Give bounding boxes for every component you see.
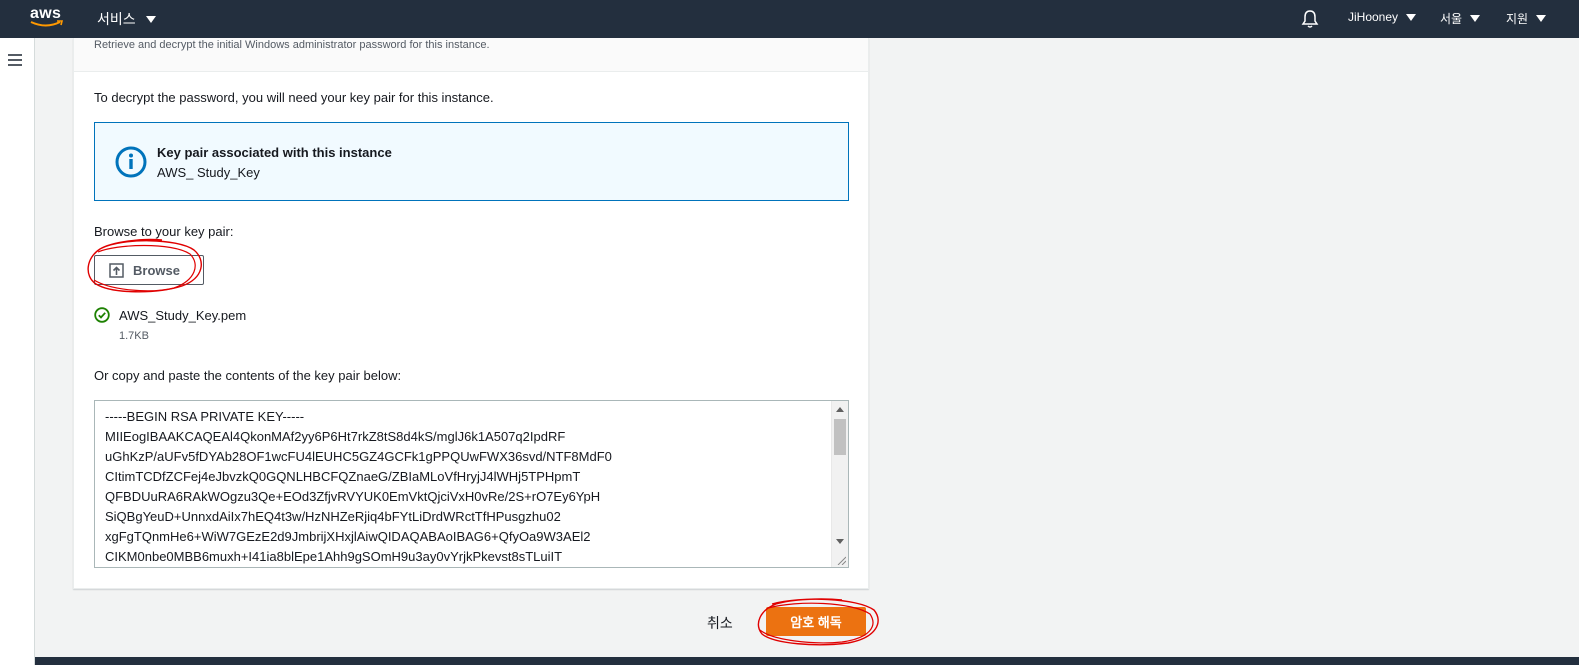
key-pair-name: AWS_ Study_Key <box>157 165 260 180</box>
panel-description: Retrieve and decrypt the initial Windows… <box>94 39 490 51</box>
region-label: 서울 <box>1440 12 1463 26</box>
key-content: -----BEGIN RSA PRIVATE KEY----- MIIEogIBA… <box>105 407 612 567</box>
key-line: -----BEGIN RSA PRIVATE KEY----- <box>105 409 305 424</box>
scroll-down-icon[interactable] <box>836 539 844 544</box>
success-check-icon <box>94 307 110 323</box>
aws-logo[interactable]: aws <box>28 3 68 33</box>
resize-grip-icon[interactable] <box>836 555 846 565</box>
decrypt-password-button[interactable]: 암호 해독 <box>766 607 866 636</box>
file-size: 1.7KB <box>119 330 149 342</box>
hamburger-menu-icon[interactable] <box>8 54 22 66</box>
decrypt-password-panel: Retrieve and decrypt the initial Windows… <box>73 38 869 589</box>
smile-arrow-icon <box>30 20 64 27</box>
scroll-thumb[interactable] <box>834 419 846 455</box>
key-line: QFBDUuRA6RAkWOgzu3Qe+EOd3ZfjvRVYUK0EmVkt… <box>105 489 601 504</box>
browse-label: Browse <box>133 262 180 278</box>
scroll-up-icon[interactable] <box>836 407 844 412</box>
textarea-scrollbar[interactable] <box>831 401 848 567</box>
divider <box>74 71 868 72</box>
key-pair-textarea[interactable]: -----BEGIN RSA PRIVATE KEY----- MIIEogIBA… <box>94 400 849 568</box>
decrypt-hint: To decrypt the password, you will need y… <box>94 90 494 105</box>
services-label: 서비스 <box>97 11 136 27</box>
support-label: 지원 <box>1506 12 1529 26</box>
cancel-button[interactable]: 취소 <box>707 613 733 633</box>
chevron-down-icon <box>1470 15 1481 22</box>
key-line: SiQBgYeuD+UnnxdAiIx7hEQ4t3w/HzNHZeRjiq4b… <box>105 509 561 524</box>
key-line: MIIEogIBAAKCAQEAl4QkonMAf2yy6P6Ht7rkZ8tS… <box>105 429 566 444</box>
info-title: Key pair associated with this instance <box>157 145 392 160</box>
selected-file: AWS_Study_Key.pem <box>94 307 246 323</box>
side-nav-collapsed <box>0 38 35 665</box>
file-name: AWS_Study_Key.pem <box>119 307 247 323</box>
key-line: uGhKzP/aUFv5fDYAb28OF1wcFU4lEUHC5GZ4GCFk… <box>105 449 612 464</box>
key-line: CIKM0nbe0MBB6muxh+I41ia8blEpe1Ahh9gSOmH9… <box>105 549 563 564</box>
browse-prompt: Browse to your key pair: <box>94 224 234 239</box>
chevron-down-icon <box>1406 13 1417 21</box>
key-line: CItimTCDfZCFej4eJbvzkQ0GQNLHBCFQZnaeG/ZB… <box>105 469 581 484</box>
chevron-down-icon <box>145 15 156 23</box>
chevron-down-icon <box>1536 15 1547 22</box>
user-label: JiHooney <box>1348 10 1399 24</box>
support-menu[interactable]: 지원 <box>1506 10 1547 27</box>
paste-prompt: Or copy and paste the contents of the ke… <box>94 368 402 383</box>
bottom-edge <box>35 657 1579 665</box>
user-menu[interactable]: JiHooney <box>1348 10 1417 24</box>
bell-icon[interactable] <box>1300 9 1320 29</box>
top-nav-bar: aws 서비스 JiHooney 서울 지원 <box>0 0 1579 38</box>
upload-icon <box>109 262 124 278</box>
region-menu[interactable]: 서울 <box>1440 10 1481 27</box>
decrypt-label: 암호 해독 <box>790 615 842 630</box>
key-pair-info-alert: Key pair associated with this instance A… <box>94 122 849 201</box>
services-menu[interactable]: 서비스 <box>97 9 156 29</box>
browse-button[interactable]: Browse <box>94 255 204 285</box>
info-icon <box>115 146 147 178</box>
key-line: xgFgTQnmHe6+WiW7GEzE2d9JmbrijXHxjlAiwQID… <box>105 529 591 544</box>
